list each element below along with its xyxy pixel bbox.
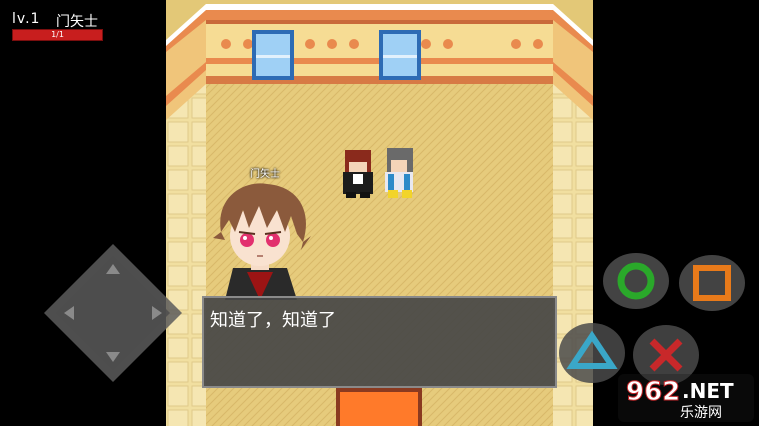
svg-text:962: 962	[626, 377, 680, 407]
square-button[interactable]	[676, 252, 748, 314]
circle-button[interactable]	[600, 250, 672, 312]
dpad[interactable]	[42, 242, 184, 384]
dialog-text: 知道了，知道了	[210, 310, 336, 331]
watermark-logo: 962 .NET 乐游网	[618, 374, 754, 422]
svg-text:乐游网: 乐游网	[680, 405, 722, 421]
npc-character	[343, 150, 373, 198]
hp-text: 1/1	[51, 30, 64, 39]
speaker-tag: 门矢士	[250, 169, 280, 180]
character-portrait	[213, 183, 311, 300]
dialog-box[interactable]: 知道了，知道了	[202, 296, 557, 388]
svg-text:.NET: .NET	[682, 379, 734, 403]
hp-bar: 1/1	[12, 29, 103, 41]
level-label: lv.1	[12, 11, 41, 27]
player-name: 门矢士	[56, 14, 98, 30]
